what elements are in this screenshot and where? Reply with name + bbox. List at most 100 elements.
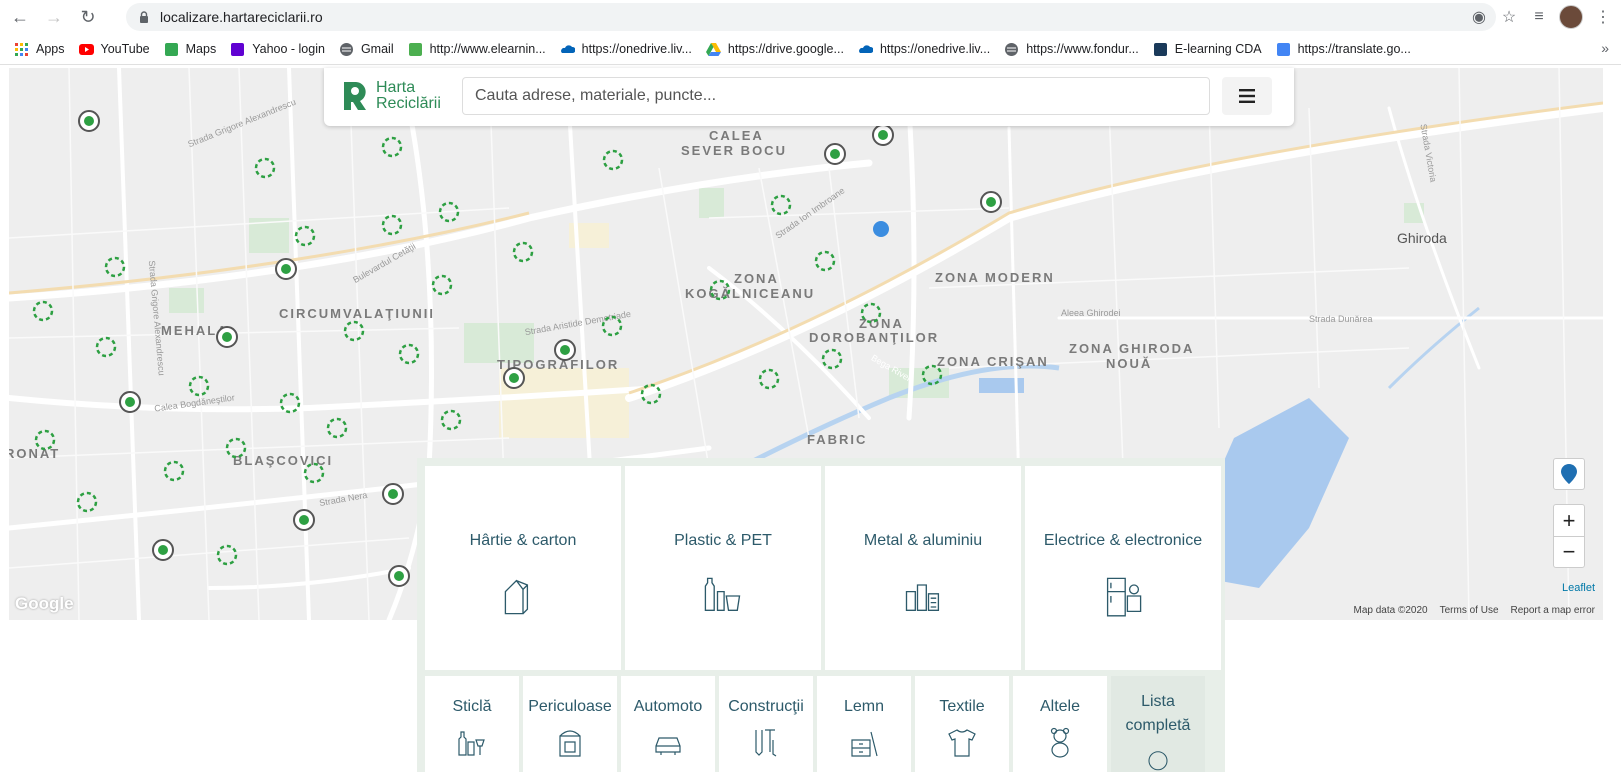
recycling-cluster-marker[interactable] [512,241,534,263]
category-tile-small[interactable]: Lemn [817,676,911,772]
recycling-cluster-marker[interactable] [34,429,56,451]
category-label: Lemn [843,698,885,715]
recycling-cluster-marker[interactable] [279,392,301,414]
bookmark-item[interactable]: Apps [14,42,65,57]
wood-furniture-icon [851,731,878,757]
district-label: NOUĂ [1106,356,1153,371]
recycling-cluster-marker[interactable] [95,336,117,358]
collection-point-marker[interactable] [824,143,846,165]
recycling-cluster-marker[interactable] [303,462,325,484]
address-bar[interactable]: localizare.hartareciclarii.ro [126,3,1496,31]
collection-point-marker[interactable] [554,339,576,361]
recycling-cluster-marker[interactable] [709,279,731,301]
forward-arrow-icon[interactable]: → [40,3,68,31]
recycling-cluster-marker[interactable] [821,348,843,370]
recycling-cluster-marker[interactable] [104,256,126,278]
collection-point-marker[interactable] [872,124,894,146]
recycling-cluster-marker[interactable] [602,149,624,171]
recycling-cluster-marker[interactable] [438,201,460,223]
recycling-cluster-marker[interactable] [294,225,316,247]
bookmark-item[interactable]: https://translate.go... [1276,42,1411,57]
bookmark-item[interactable]: https://onedrive.liv... [858,42,990,57]
leaflet-link[interactable]: Leaflet [1562,582,1595,594]
collection-point-marker[interactable] [216,326,238,348]
bookmark-item[interactable]: E-learning CDA [1153,42,1262,57]
location-icon[interactable]: ◉ [1469,7,1489,27]
zoom-out-button[interactable]: − [1554,537,1584,567]
category-tile-small[interactable]: Altele [1013,676,1107,772]
category-tile-small[interactable]: Sticlă [425,676,519,772]
media-queue-icon[interactable]: ≡ [1529,7,1549,27]
terms-of-use-link[interactable]: Terms of Use [1440,605,1499,616]
recycling-cluster-marker[interactable] [163,460,185,482]
collection-point-marker[interactable] [382,483,404,505]
collection-point-marker[interactable] [78,110,100,132]
reload-icon[interactable]: ↻ [74,3,102,31]
collection-point-marker[interactable] [388,565,410,587]
bookmark-item[interactable]: Yahoo - login [230,42,325,57]
recycling-cluster-marker[interactable] [770,194,792,216]
profile-avatar[interactable] [1559,5,1583,29]
category-tile-small[interactable]: Textile [915,676,1009,772]
bookmark-item[interactable]: https://www.fondur... [1004,42,1139,57]
recycling-cluster-marker[interactable] [254,157,276,179]
bookmark-item[interactable]: http://www.elearnin... [408,42,546,57]
site-logo[interactable]: Harta Reciclării [340,80,441,112]
bookmark-item[interactable]: YouTube [78,42,150,57]
logo-line-1: Harta [376,79,416,96]
full-list-tile[interactable]: Lista completă [1111,676,1205,772]
bookmark-label: https://translate.go... [1297,42,1411,56]
recycling-cluster-marker[interactable] [76,491,98,513]
zoom-in-button[interactable]: + [1554,506,1584,537]
bookmark-item[interactable]: Maps [164,42,216,57]
report-map-error-link[interactable]: Report a map error [1511,605,1595,616]
recycling-cluster-marker[interactable] [431,274,453,296]
category-label: Construcţii [728,698,804,715]
recycling-cluster-marker[interactable] [758,368,780,390]
more-bookmarks-icon[interactable]: » [1601,40,1609,56]
recycling-cluster-marker[interactable] [398,343,420,365]
kebab-menu-icon[interactable]: ⋮ [1593,7,1613,27]
category-tile-big[interactable]: Electrice & electronice [1025,466,1221,670]
recycling-cluster-marker[interactable] [440,409,462,431]
menu-button[interactable] [1222,77,1272,115]
maps-icon [164,42,179,57]
collection-point-marker[interactable] [275,258,297,280]
category-tile-big[interactable]: Plastic & PET [625,466,821,670]
recycling-cluster-marker[interactable] [640,383,662,405]
category-tile-small[interactable]: Periculoase [523,676,617,772]
collection-point-marker[interactable] [503,367,525,389]
recycling-cluster-marker[interactable] [814,250,836,272]
district-label: CIRCUMVALAŢIUNII [279,306,435,321]
recycling-cluster-marker[interactable] [216,544,238,566]
search-input[interactable] [462,77,1210,115]
back-arrow-icon[interactable]: ← [6,3,34,31]
collection-point-marker[interactable] [152,539,174,561]
collection-point-marker[interactable] [119,391,141,413]
category-tile-big[interactable]: Metal & aluminiu [825,466,1021,670]
recycling-cluster-marker[interactable] [381,136,403,158]
bookmark-item[interactable]: Gmail [339,42,394,57]
construction-tools-icon [755,729,777,757]
recycling-cluster-marker[interactable] [601,315,623,337]
recycling-cluster-marker[interactable] [326,417,348,439]
bookmark-item[interactable]: https://onedrive.liv... [560,42,692,57]
recycling-cluster-marker[interactable] [32,300,54,322]
recycling-cluster-marker[interactable] [343,320,365,342]
district-label: CALEA [709,128,764,143]
category-tile-small[interactable]: Construcţii [719,676,813,772]
recycling-cluster-marker[interactable] [921,364,943,386]
collection-point-marker[interactable] [980,191,1002,213]
star-icon[interactable]: ☆ [1499,7,1519,27]
recycling-cluster-marker[interactable] [381,214,403,236]
recycling-cluster-marker[interactable] [188,375,210,397]
cda-icon [1153,42,1168,57]
recycling-cluster-marker[interactable] [225,437,247,459]
category-tile-big[interactable]: Hârtie & carton [425,466,621,670]
collection-point-marker[interactable] [293,509,315,531]
category-tile-small[interactable]: Automoto [621,676,715,772]
elearning-icon [408,42,423,57]
recycling-cluster-marker[interactable] [860,302,882,324]
bookmark-item[interactable]: https://drive.google... [705,42,844,57]
locate-button[interactable] [1553,458,1585,490]
